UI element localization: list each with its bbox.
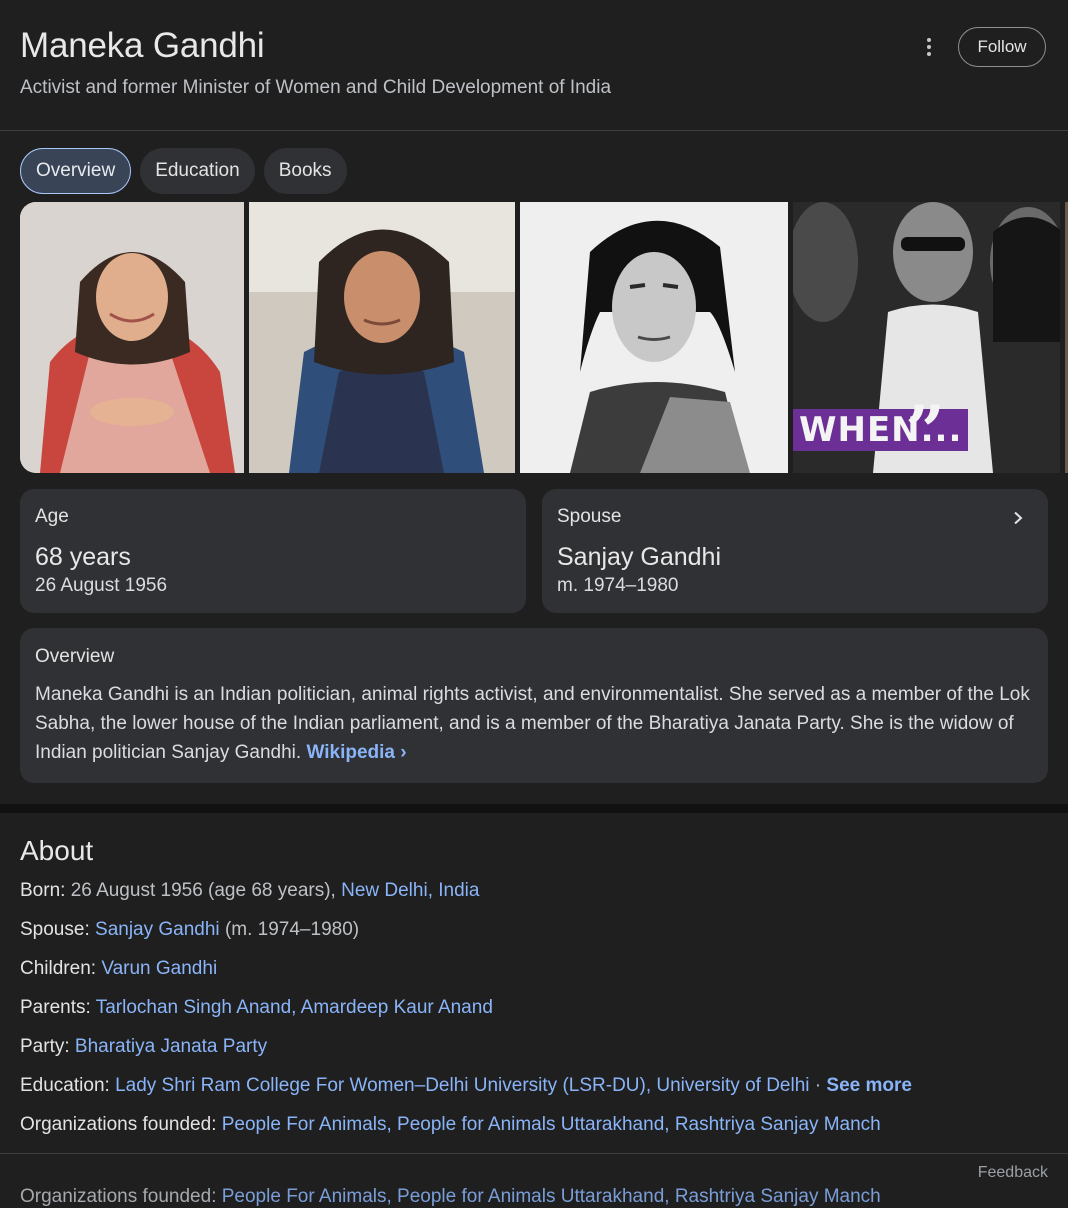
fact-education-key: Education: bbox=[20, 1075, 110, 1096]
ghost-link: People For Animals, People for Animals U… bbox=[221, 1186, 881, 1207]
entity-title: Maneka Gandhi bbox=[20, 26, 265, 65]
overview-card: Overview Maneka Gandhi is an Indian poli… bbox=[20, 628, 1048, 783]
fact-organizations-overlap: Organizations founded: People For Animal… bbox=[20, 1186, 881, 1208]
fact-children: Children: Varun Gandhi bbox=[20, 958, 217, 980]
tab-books[interactable]: Books bbox=[263, 148, 347, 194]
feedback-link[interactable]: Feedback bbox=[978, 1164, 1048, 1182]
fact-party-key: Party: bbox=[20, 1036, 70, 1057]
photo-thumbnail-1[interactable] bbox=[20, 202, 244, 473]
see-more-link[interactable]: See more bbox=[826, 1075, 912, 1096]
fact-party: Party: Bharatiya Janata Party bbox=[20, 1036, 267, 1058]
spouse-card[interactable]: Spouse Sanjay Gandhi m. 1974–1980 bbox=[542, 489, 1048, 613]
overview-description: Maneka Gandhi is an Indian politician, a… bbox=[35, 680, 1035, 767]
photo-thumbnail-4[interactable]: WHEN... ” bbox=[793, 202, 1060, 473]
marriage-years: m. 1974–1980 bbox=[557, 575, 679, 596]
photo-thumbnail-3[interactable] bbox=[520, 202, 788, 473]
fact-parents: Parents: Tarlochan Singh Anand, Amardeep… bbox=[20, 997, 493, 1019]
more-options-icon[interactable] bbox=[916, 33, 942, 61]
photo-thumbnail-2[interactable] bbox=[249, 202, 515, 473]
fact-born-text: 26 August 1956 (age 68 years), bbox=[65, 880, 342, 901]
ghost-key: Organizations founded: bbox=[20, 1186, 217, 1207]
entity-subtitle: Activist and former Minister of Women an… bbox=[20, 77, 612, 98]
age-card: Age 68 years 26 August 1956 bbox=[20, 489, 526, 613]
tab-overview[interactable]: Overview bbox=[20, 148, 132, 194]
fact-born: Born: 26 August 1956 (age 68 years), New… bbox=[20, 880, 479, 902]
birth-date: 26 August 1956 bbox=[35, 575, 168, 596]
fact-organizations-key: Organizations founded: bbox=[20, 1114, 217, 1135]
fact-spouse-text: (m. 1974–1980) bbox=[219, 919, 360, 940]
image-gallery[interactable]: WHEN... ” bbox=[20, 202, 1068, 473]
fact-spouse: Spouse: Sanjay Gandhi (m. 1974–1980) bbox=[20, 919, 359, 941]
fact-spouse-key: Spouse: bbox=[20, 919, 90, 940]
fact-children-key: Children: bbox=[20, 958, 97, 979]
age-value: 68 years bbox=[35, 543, 131, 571]
chevron-right-icon bbox=[1014, 512, 1023, 524]
section-separator bbox=[0, 804, 1068, 813]
overview-label: Overview bbox=[35, 646, 115, 667]
fact-parents-link[interactable]: Tarlochan Singh Anand, Amardeep Kaur Ana… bbox=[96, 997, 493, 1018]
fact-education-link[interactable]: Lady Shri Ram College For Women–Delhi Un… bbox=[115, 1075, 809, 1096]
tab-education[interactable]: Education bbox=[140, 148, 255, 194]
fact-organizations-link[interactable]: People For Animals, People for Animals U… bbox=[222, 1114, 881, 1135]
footer-divider bbox=[0, 1153, 1068, 1154]
fact-born-link[interactable]: New Delhi, India bbox=[341, 880, 479, 901]
spouse-label: Spouse bbox=[557, 506, 622, 527]
image-caption-quote: ” bbox=[905, 390, 946, 473]
overview-text: Maneka Gandhi is an Indian politician, a… bbox=[35, 684, 1030, 763]
fact-party-link[interactable]: Bharatiya Janata Party bbox=[75, 1036, 267, 1057]
fact-born-key: Born: bbox=[20, 880, 66, 901]
spouse-name: Sanjay Gandhi bbox=[557, 543, 722, 571]
header-divider bbox=[0, 130, 1068, 131]
fact-education-sep: · bbox=[809, 1075, 827, 1096]
fact-children-link[interactable]: Varun Gandhi bbox=[101, 958, 217, 979]
fact-education: Education: Lady Shri Ram College For Wom… bbox=[20, 1075, 912, 1097]
fact-spouse-link[interactable]: Sanjay Gandhi bbox=[95, 919, 220, 940]
about-heading: About bbox=[20, 835, 94, 866]
follow-button[interactable]: Follow bbox=[958, 27, 1046, 67]
age-label: Age bbox=[35, 506, 69, 527]
fact-parents-key: Parents: bbox=[20, 997, 91, 1018]
fact-organizations: Organizations founded: People For Animal… bbox=[20, 1114, 881, 1136]
tab-bar: Overview Education Books bbox=[20, 148, 347, 194]
wikipedia-link[interactable]: Wikipedia › bbox=[306, 742, 406, 763]
